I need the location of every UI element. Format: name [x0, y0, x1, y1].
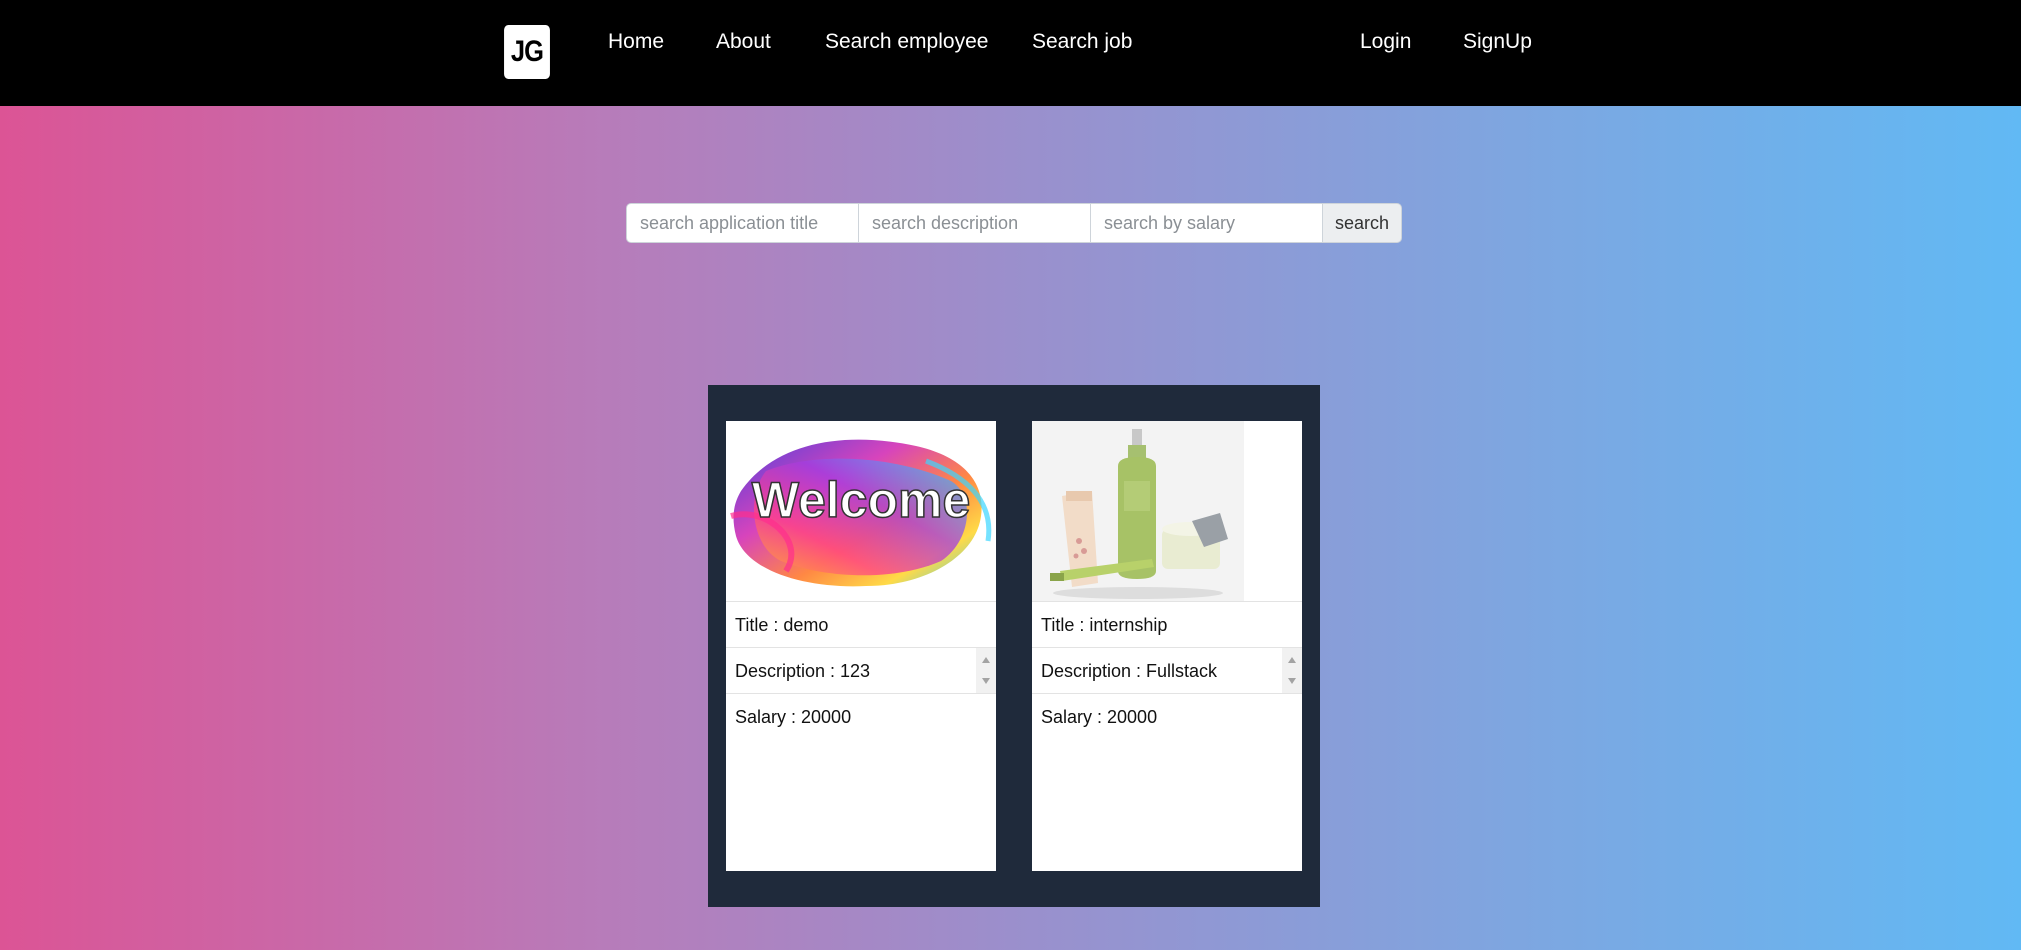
- navbar: JG Home About Search employee Search job…: [0, 0, 2021, 106]
- job-card[interactable]: Welcome Title : demo Description : 123 S…: [726, 421, 996, 871]
- description-scrollbar[interactable]: [1282, 648, 1302, 693]
- job-card-image: Welcome: [726, 421, 996, 601]
- search-button[interactable]: search: [1322, 203, 1402, 243]
- job-card-description[interactable]: Description : Fullstack: [1032, 647, 1302, 693]
- job-card-title: Title : demo: [726, 601, 996, 647]
- search-title-input[interactable]: [626, 203, 858, 243]
- job-card-title: Title : internship: [1032, 601, 1302, 647]
- scroll-down-arrow-icon[interactable]: [982, 678, 990, 684]
- job-card-image: [1032, 421, 1302, 601]
- search-bar: search: [626, 203, 1402, 243]
- job-card-salary: Salary : 20000: [1032, 693, 1302, 739]
- brand-logo[interactable]: JG: [504, 25, 550, 79]
- scroll-down-arrow-icon[interactable]: [1288, 678, 1296, 684]
- job-results-panel: Welcome Title : demo Description : 123 S…: [708, 385, 1320, 907]
- nav-link-search-job[interactable]: Search job: [1032, 30, 1132, 54]
- job-card-salary: Salary : 20000: [726, 693, 996, 739]
- svg-text:Welcome: Welcome: [752, 472, 971, 528]
- nav-link-about[interactable]: About: [716, 30, 771, 54]
- job-card[interactable]: Title : internship Description : Fullsta…: [1032, 421, 1302, 871]
- description-scrollbar[interactable]: [976, 648, 996, 693]
- nav-link-signup[interactable]: SignUp: [1463, 30, 1532, 54]
- search-description-input[interactable]: [858, 203, 1090, 243]
- nav-link-search-employee[interactable]: Search employee: [825, 30, 988, 54]
- scroll-up-arrow-icon[interactable]: [982, 657, 990, 663]
- cosmetics-product-image: [1032, 421, 1302, 601]
- search-salary-input[interactable]: [1090, 203, 1322, 243]
- scroll-up-arrow-icon[interactable]: [1288, 657, 1296, 663]
- job-card-description[interactable]: Description : 123: [726, 647, 996, 693]
- nav-link-login[interactable]: Login: [1360, 30, 1411, 54]
- nav-link-home[interactable]: Home: [608, 30, 664, 54]
- welcome-image: Welcome: [730, 439, 992, 587]
